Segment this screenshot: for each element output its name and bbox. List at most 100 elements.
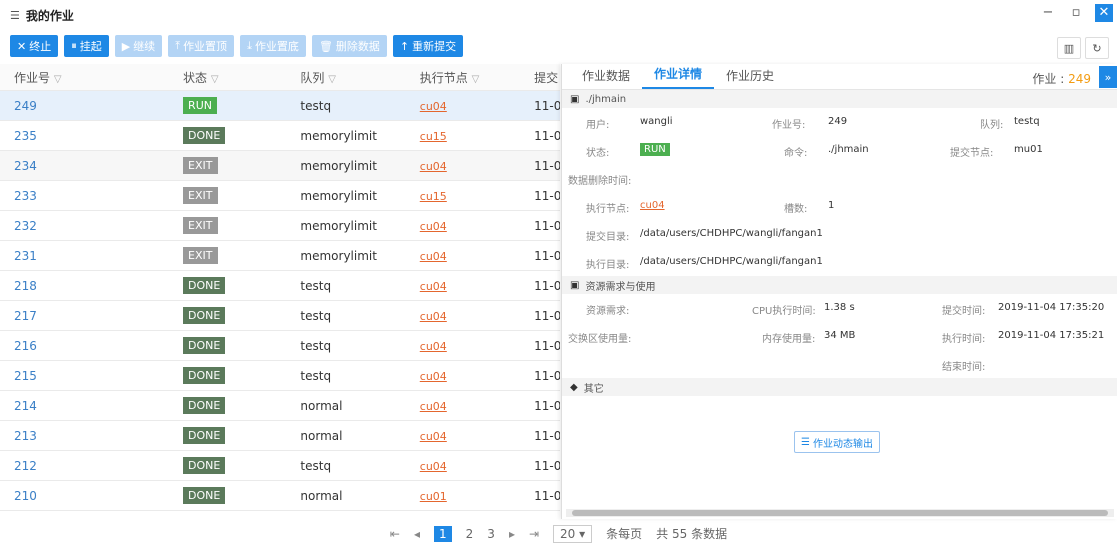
horizontal-scrollbar[interactable] [566, 509, 1114, 517]
close-icon[interactable]: ✕ [1095, 4, 1113, 22]
scrollbar-thumb[interactable] [572, 510, 1108, 516]
job-output-button[interactable]: ☰ 作业动态输出 [794, 431, 880, 453]
job-id-link[interactable]: 216 [14, 339, 37, 353]
table-row[interactable]: 232 EXIT memorylimit cu04 11-0 [0, 211, 560, 241]
queue-cell: memorylimit [300, 248, 377, 263]
col-job-id[interactable]: 作业号 [14, 71, 50, 85]
toolbar-button-1[interactable]: ⏸ 挂起 [64, 35, 109, 57]
col-queue[interactable]: 队列 [300, 71, 324, 85]
exec-node-link[interactable]: cu04 [420, 160, 447, 173]
job-id-link[interactable]: 214 [14, 399, 37, 413]
filter-icon[interactable]: ▽ [328, 74, 336, 85]
section-resources: ▣ 资源需求与使用 [562, 276, 1117, 294]
table-row[interactable]: 212 DONE testq cu04 11-0 [0, 451, 560, 481]
status-badge: DONE [183, 367, 226, 384]
exec-node-link[interactable]: cu04 [420, 100, 447, 113]
slots-label: 槽数: [784, 204, 808, 215]
table-row[interactable]: 218 DONE testq cu04 11-0 [0, 271, 560, 301]
swap-label: 交换区使用量: [568, 334, 632, 345]
table-row[interactable]: 233 EXIT memorylimit cu15 11-0 [0, 181, 560, 211]
queue-cell: testq [300, 308, 332, 323]
detail-row: 执行节点: cu04 槽数: 1 [562, 192, 1117, 220]
table-row[interactable]: 249 RUN testq cu04 11-0 [0, 91, 560, 121]
table-row[interactable]: 234 EXIT memorylimit cu04 11-0 [0, 151, 560, 181]
toolbar-button-5[interactable]: 🗑 删除数据 [311, 35, 387, 57]
table-row[interactable]: 214 DONE normal cu04 11-0 [0, 391, 560, 421]
job-id-link[interactable]: 212 [14, 459, 37, 473]
job-id-link[interactable]: 217 [14, 309, 37, 323]
table-row[interactable]: 215 DONE testq cu04 11-0 [0, 361, 560, 391]
exec-node-link[interactable]: cu15 [420, 130, 447, 143]
job-id-link[interactable]: 249 [14, 99, 37, 113]
exec-node-link[interactable]: cu01 [420, 490, 447, 503]
mem-value: 34 MB [824, 330, 856, 341]
exec-node-link[interactable]: cu04 [420, 430, 447, 443]
table-row[interactable]: 216 DONE testq cu04 11-0 [0, 331, 560, 361]
queue-cell: normal [300, 428, 343, 443]
prev-page-icon[interactable]: ◂ [414, 527, 420, 541]
toolbar-button-3[interactable]: ⤒ 作业置顶 [168, 35, 235, 57]
toolbar-button-6[interactable]: ↑ 重新提交 [392, 35, 464, 57]
job-id-link[interactable]: 234 [14, 159, 37, 173]
tab-job-data[interactable]: 作业数据 [570, 67, 642, 89]
list-icon: ☰ [801, 436, 810, 448]
first-page-icon[interactable]: ⇤ [390, 527, 400, 541]
submit-cell: 11-0 [534, 218, 560, 233]
page-3[interactable]: 3 [487, 527, 495, 541]
minimize-icon[interactable]: − [1039, 4, 1057, 22]
job-id-link[interactable]: 213 [14, 429, 37, 443]
toolbar-button-4[interactable]: ⤓ 作业置底 [240, 35, 306, 57]
exec-node-link[interactable]: cu04 [420, 310, 447, 323]
last-page-icon[interactable]: ⇥ [529, 527, 539, 541]
col-submit[interactable]: 提交 [534, 71, 558, 85]
filter-icon[interactable]: ▽ [54, 74, 62, 85]
page-2[interactable]: 2 [466, 527, 474, 541]
tab-job-detail[interactable]: 作业详情 [642, 65, 715, 89]
job-id-link[interactable]: 215 [14, 369, 37, 383]
tab-job-history[interactable]: 作业历史 [714, 67, 786, 89]
exec-node-link[interactable]: cu04 [420, 340, 447, 353]
toolbar-icon: ⤒ [175, 39, 181, 52]
exec-node-link[interactable]: cu04 [420, 370, 447, 383]
next-page-icon[interactable]: ▸ [509, 527, 515, 541]
page-1[interactable]: 1 [434, 525, 452, 542]
col-status[interactable]: 状态 [183, 71, 207, 85]
job-id-link[interactable]: 231 [14, 249, 37, 263]
columns-icon[interactable]: ▥ [1057, 37, 1081, 59]
user-label: 用户: [586, 120, 610, 131]
table-row[interactable]: 217 DONE testq cu04 11-0 [0, 301, 560, 331]
job-detail-panel: 作业数据 作业详情 作业历史 作业 : 249 » ▣ ./jhmain 用户: … [561, 64, 1117, 519]
restore-icon[interactable]: ▫ [1067, 4, 1085, 22]
refresh-icon[interactable]: ↻ [1085, 37, 1109, 59]
window-icon: ▣ [570, 93, 580, 105]
status-badge: EXIT [183, 187, 218, 204]
job-id-link[interactable]: 233 [14, 189, 37, 203]
toolbar-button-2[interactable]: ▶ 继续 [114, 35, 163, 57]
queue-cell: memorylimit [300, 218, 377, 233]
table-row[interactable]: 210 DONE normal cu01 11-0 [0, 481, 560, 511]
col-exec-node[interactable]: 执行节点 [420, 71, 468, 85]
toolbar-button-0[interactable]: ✕ 终止 [10, 35, 59, 57]
exec-node-link[interactable]: cu04 [640, 200, 665, 211]
submit-dir-label: 提交目录: [586, 232, 630, 243]
exec-node-link[interactable]: cu04 [420, 250, 447, 263]
job-id-link[interactable]: 232 [14, 219, 37, 233]
filter-icon[interactable]: ▽ [211, 74, 219, 85]
job-id-link[interactable]: 210 [14, 489, 37, 503]
exec-node-link[interactable]: cu04 [420, 220, 447, 233]
res-req-label: 资源需求: [586, 306, 630, 317]
job-table: 作业号 ▽ 状态 ▽ 队列 ▽ 执行节点 ▽ 提交 249 RUN testq cu0… [0, 64, 560, 514]
exec-dir-label: 执行目录: [586, 260, 630, 271]
collapse-panel-icon[interactable]: » [1099, 66, 1117, 88]
job-id-link[interactable]: 218 [14, 279, 37, 293]
exec-node-link[interactable]: cu04 [420, 460, 447, 473]
exec-node-link[interactable]: cu15 [420, 190, 447, 203]
exec-node-link[interactable]: cu04 [420, 400, 447, 413]
table-row[interactable]: 231 EXIT memorylimit cu04 11-0 [0, 241, 560, 271]
job-id-link[interactable]: 235 [14, 129, 37, 143]
table-row[interactable]: 235 DONE memorylimit cu15 11-0 [0, 121, 560, 151]
page-size-select[interactable]: 20 ▾ [553, 524, 593, 543]
filter-icon[interactable]: ▽ [472, 74, 480, 85]
exec-node-link[interactable]: cu04 [420, 280, 447, 293]
table-row[interactable]: 213 DONE normal cu04 11-0 [0, 421, 560, 451]
